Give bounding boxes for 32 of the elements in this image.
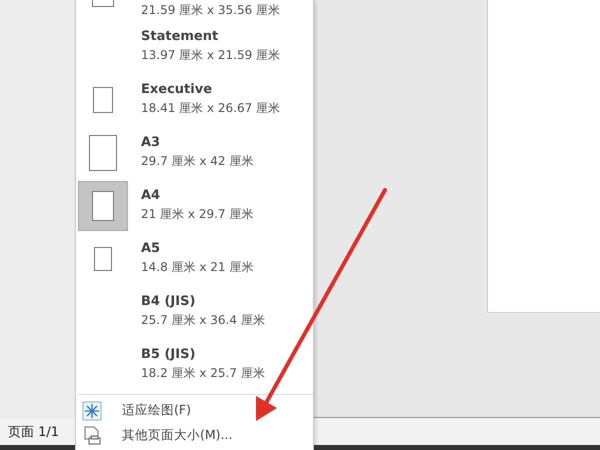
- page-icon: [94, 246, 112, 270]
- page-size-item[interactable]: Statement 13.97 厘米 x 21.59 厘米: [76, 20, 313, 73]
- page-size-item[interactable]: A4 21 厘米 x 29.7 厘米: [76, 179, 313, 232]
- page-size-item[interactable]: Executive 18.41 厘米 x 26.67 厘米: [76, 73, 313, 126]
- size-dimensions: 25.7 厘米 x 36.4 厘米: [141, 312, 265, 329]
- page-size-item[interactable]: 21.59 厘米 x 35.56 厘米: [76, 0, 313, 20]
- page-icon: [93, 86, 113, 112]
- page-size-item[interactable]: B4 (JIS) 25.7 厘米 x 36.4 厘米: [76, 285, 313, 338]
- size-name: A3: [141, 135, 162, 150]
- page-indicator: 页面 1/1: [8, 424, 60, 440]
- page-size-item[interactable]: B5 (JIS) 18.2 厘米 x 25.7 厘米: [76, 338, 313, 391]
- menu-command[interactable]: 适应绘图(F): [76, 398, 313, 423]
- fit-icon: [82, 400, 102, 420]
- page-icon: [92, 190, 114, 220]
- size-dimensions: 14.8 厘米 x 21 厘米: [141, 259, 254, 276]
- size-dimensions: 29.7 厘米 x 42 厘米: [141, 153, 254, 170]
- size-name: A4: [141, 188, 162, 203]
- size-name: Executive: [141, 82, 214, 97]
- menu-command[interactable]: 其他页面大小(M)...: [76, 423, 313, 448]
- page-icon: [89, 134, 117, 170]
- size-name: B4 (JIS): [141, 294, 196, 309]
- size-dimensions: 13.97 厘米 x 21.59 厘米: [141, 47, 280, 64]
- size-dimensions: 21.59 厘米 x 35.56 厘米: [141, 2, 280, 19]
- size-name: B5 (JIS): [141, 347, 196, 362]
- size-dimensions: 21 厘米 x 29.7 厘米: [141, 206, 254, 223]
- size-name: A5: [141, 241, 162, 256]
- size-dimensions: 18.2 厘米 x 25.7 厘米: [141, 365, 265, 382]
- page-size-item[interactable]: A3 29.7 厘米 x 42 厘米: [76, 126, 313, 179]
- size-dimensions: 18.41 厘米 x 26.67 厘米: [141, 100, 280, 117]
- page-size-item[interactable]: A5 14.8 厘米 x 21 厘米: [76, 232, 313, 285]
- size-name: Statement: [141, 29, 220, 44]
- page-settings-icon: [82, 426, 102, 446]
